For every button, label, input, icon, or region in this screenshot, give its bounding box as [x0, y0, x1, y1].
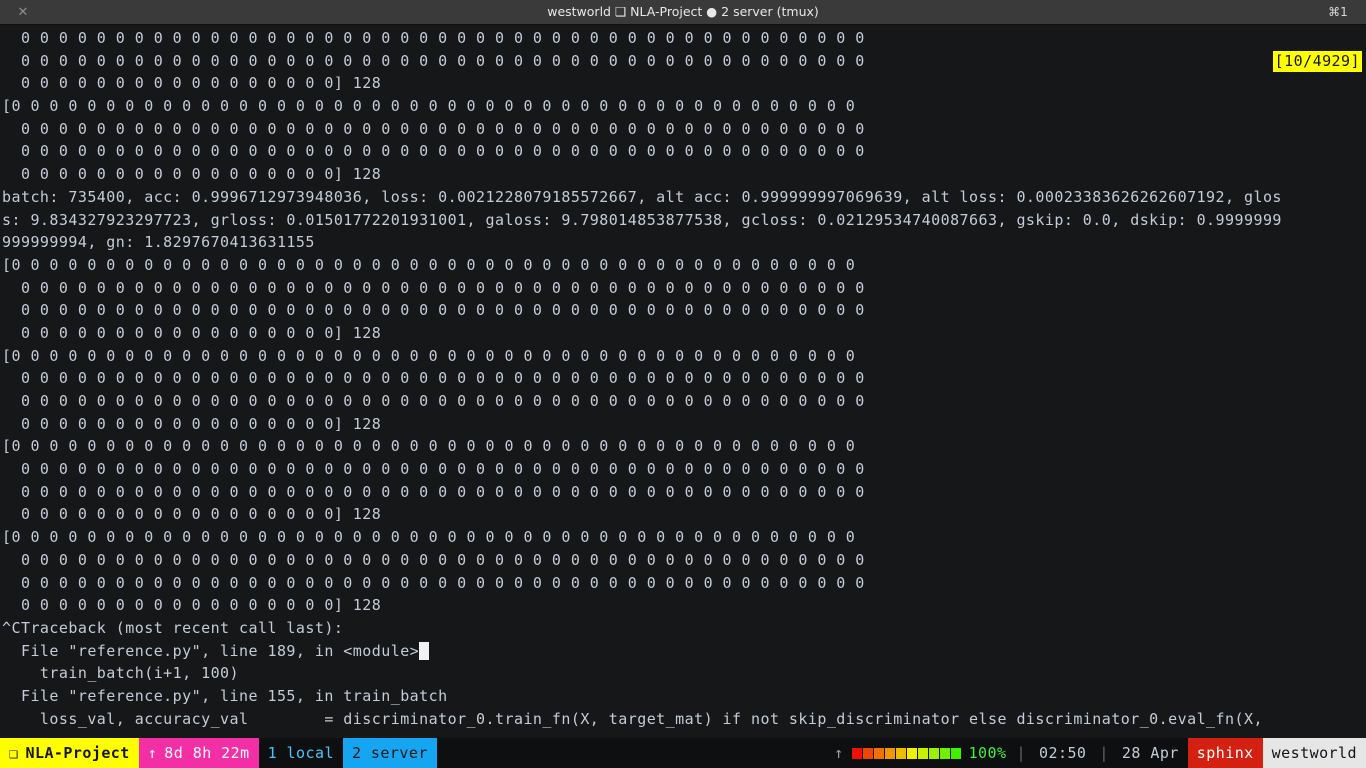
status-uptime: ↑ 8d 8h 22m [138, 738, 259, 768]
terminal-line: File "reference.py", line 155, in train_… [2, 686, 448, 705]
terminal-line: batch: 735400, acc: 0.9996712973948036, … [2, 187, 1282, 206]
terminal-line: 0 0 0 0 0 0 0 0 0 0 0 0 0 0 0 0 0 0 0 0 … [2, 369, 865, 388]
terminal-line: s: 9.834327923297723, grloss: 0.01501772… [2, 210, 1282, 229]
status-date: 28 Apr [1121, 744, 1179, 762]
terminal-line: 999999994, gn: 1.8297670413631155 [2, 233, 315, 252]
battery-cell-1 [851, 747, 862, 759]
window-title: westworld ❑ NLA-Project ● 2 server (tmux… [547, 4, 819, 19]
session-name: NLA-Project [25, 744, 130, 762]
cmd-shortcut-badge: ⌘1 [1328, 5, 1348, 19]
battery-cell-5 [895, 747, 906, 759]
terminal-line: 0 0 0 0 0 0 0 0 0 0 0 0 0 0 0 0 0 0 0 0 … [2, 573, 865, 592]
terminal-line: 0 0 0 0 0 0 0 0 0 0 0 0 0 0 0 0 0] 128 [2, 414, 382, 433]
terminal-line: 0 0 0 0 0 0 0 0 0 0 0 0 0 0 0 0 0 0 0 0 … [2, 301, 865, 320]
status-right: ↑ 100% | 02:50 | 28 Apr sphinx westworld [824, 738, 1366, 768]
scroll-position-indicator: [10/4929] [1272, 51, 1362, 72]
status-host: westworld [1262, 738, 1366, 768]
terminal-line: [0 0 0 0 0 0 0 0 0 0 0 0 0 0 0 0 0 0 0 0… [2, 437, 856, 456]
status-user: sphinx [1187, 738, 1263, 768]
battery-cell-6 [906, 747, 917, 759]
terminal-line: 0 0 0 0 0 0 0 0 0 0 0 0 0 0 0 0 0 0 0 0 … [2, 392, 865, 410]
battery-cell-10 [950, 747, 961, 759]
status-session[interactable]: ❑ NLA-Project [0, 738, 139, 768]
battery-cell-7 [917, 747, 928, 759]
terminal-line: 0 0 0 0 0 0 0 0 0 0 0 0 0 0 0 0 0] 128 [2, 596, 382, 615]
terminal-line: ^CTraceback (most recent call last): [2, 618, 344, 637]
window-tab-2-server[interactable]: 2 server [342, 738, 437, 768]
battery-cell-2 [862, 747, 873, 759]
terminal-line: loss_val, accuracy_val = discriminator_0… [2, 709, 1263, 728]
text-cursor [419, 641, 429, 660]
battery-percent: 100% [968, 744, 1007, 762]
terminal-line: 0 0 0 0 0 0 0 0 0 0 0 0 0 0 0 0 0 0 0 0 … [2, 142, 865, 161]
battery-cell-4 [884, 747, 895, 759]
terminal-line: [0 0 0 0 0 0 0 0 0 0 0 0 0 0 0 0 0 0 0 0… [2, 255, 856, 274]
terminal-line: [0 0 0 0 0 0 0 0 0 0 0 0 0 0 0 0 0 0 0 0… [2, 97, 856, 116]
upload-arrow-icon: ↑ [834, 744, 844, 762]
status-separator-2: | [1099, 744, 1109, 762]
status-left: ❑ NLA-Project ↑ 8d 8h 22m 1 local 2 serv… [0, 738, 437, 768]
terminal-line: 0 0 0 0 0 0 0 0 0 0 0 0 0 0 0 0 0] 128 [2, 323, 382, 342]
terminal-line: 0 0 0 0 0 0 0 0 0 0 0 0 0 0 0 0 0 0 0 0 … [2, 119, 865, 138]
terminal-line: 0 0 0 0 0 0 0 0 0 0 0 0 0 0 0 0 0 0 0 0 … [2, 29, 865, 47]
terminal-line: File "reference.py", line 189, in <modul… [2, 640, 1282, 663]
terminal-line: 0 0 0 0 0 0 0 0 0 0 0 0 0 0 0 0 0 0 0 0 … [2, 51, 865, 70]
tmux-status-bar: ❑ NLA-Project ↑ 8d 8h 22m 1 local 2 serv… [0, 738, 1366, 768]
status-separator-1: | [1016, 744, 1026, 762]
window-titlebar: ✕ westworld ❑ NLA-Project ● 2 server (tm… [0, 0, 1366, 25]
session-icon: ❑ [9, 744, 19, 762]
battery-cell-8 [928, 747, 939, 759]
terminal-line: train_batch(i+1, 100) [2, 664, 240, 683]
terminal-line: [0 0 0 0 0 0 0 0 0 0 0 0 0 0 0 0 0 0 0 0… [2, 528, 856, 547]
terminal-line: [0 0 0 0 0 0 0 0 0 0 0 0 0 0 0 0 0 0 0 0… [2, 346, 856, 365]
battery-cell-3 [873, 747, 884, 759]
terminal-output: 0 0 0 0 0 0 0 0 0 0 0 0 0 0 0 0 0 0 0 0 … [2, 27, 1282, 730]
status-clock: 02:50 [1039, 744, 1087, 762]
window-tab-1-local[interactable]: 1 local [259, 738, 343, 768]
uptime-value: 8d 8h 22m [164, 744, 250, 762]
uptime-arrow-icon: ↑ [147, 744, 158, 762]
terminal-line: 0 0 0 0 0 0 0 0 0 0 0 0 0 0 0 0 0 0 0 0 … [2, 550, 865, 569]
terminal-line: 0 0 0 0 0 0 0 0 0 0 0 0 0 0 0 0 0 0 0 0 … [2, 460, 865, 479]
terminal-line: 0 0 0 0 0 0 0 0 0 0 0 0 0 0 0 0 0 0 0 0 … [2, 482, 865, 501]
terminal-pane[interactable]: 0 0 0 0 0 0 0 0 0 0 0 0 0 0 0 0 0 0 0 0 … [0, 25, 1366, 738]
terminal-line: 0 0 0 0 0 0 0 0 0 0 0 0 0 0 0 0 0] 128 [2, 165, 382, 184]
terminal-line: 0 0 0 0 0 0 0 0 0 0 0 0 0 0 0 0 0 0 0 0 … [2, 278, 865, 297]
battery-gauge-icon [850, 738, 963, 768]
terminal-line: 0 0 0 0 0 0 0 0 0 0 0 0 0 0 0 0 0] 128 [2, 505, 382, 524]
battery-cell-9 [939, 747, 950, 759]
terminal-line: 0 0 0 0 0 0 0 0 0 0 0 0 0 0 0 0 0] 128 [2, 74, 382, 93]
